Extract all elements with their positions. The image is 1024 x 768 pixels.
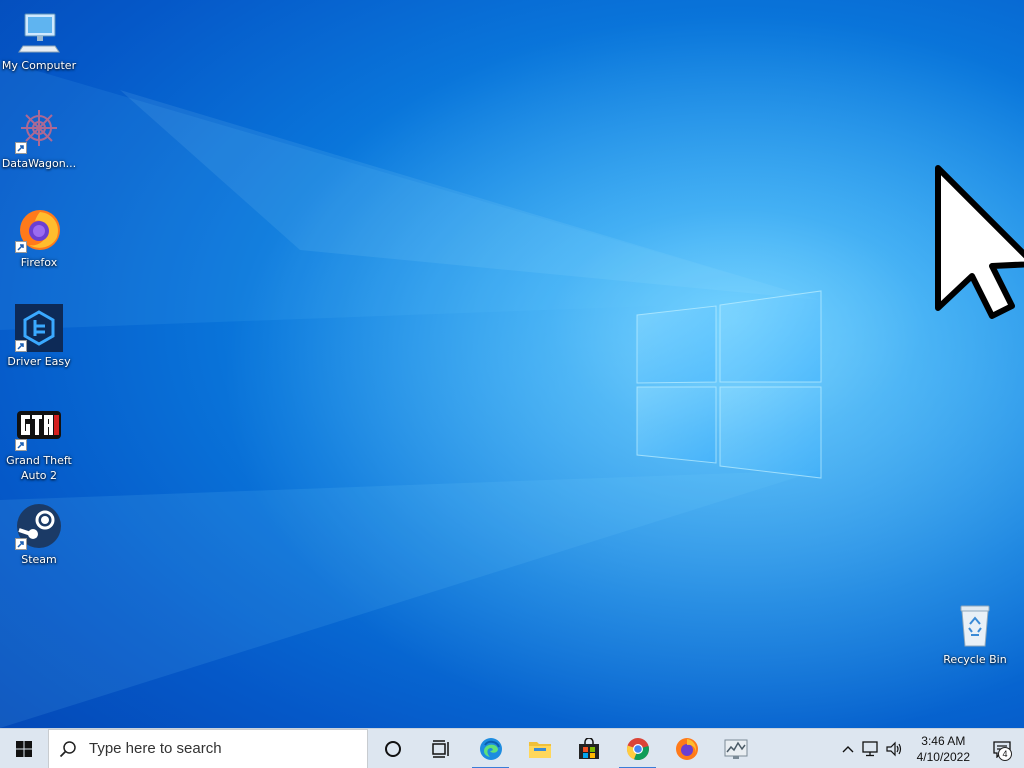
- wallpaper: [0, 0, 1024, 728]
- gta2-logo-icon: [15, 403, 63, 451]
- desktop-icon-gta2[interactable]: Grand Theft Auto 2: [0, 403, 78, 483]
- volume-button[interactable]: [883, 729, 907, 768]
- desktop-icon-firefox[interactable]: Firefox: [0, 205, 78, 270]
- clock[interactable]: 3:46 AM 4/10/2022: [907, 729, 980, 768]
- taskbar-app-system-monitor[interactable]: [711, 729, 760, 768]
- action-center-button[interactable]: 4: [980, 729, 1024, 768]
- taskbar-app-file-explorer[interactable]: [515, 729, 564, 768]
- chevron-up-icon: [842, 745, 854, 752]
- start-button[interactable]: [0, 729, 48, 768]
- recycle-bin-icon: [951, 602, 999, 650]
- desktop-icon-steam[interactable]: Steam: [0, 502, 78, 567]
- taskbar-app-edge[interactable]: [466, 729, 515, 768]
- desktop-icon-recycle-bin[interactable]: Recycle Bin: [936, 602, 1014, 667]
- desktop-icon-driver-easy[interactable]: Driver Easy: [0, 304, 78, 369]
- datawagon-icon: [15, 106, 63, 154]
- cortana-circle-icon: [384, 740, 401, 757]
- shortcut-arrow-icon: [15, 439, 27, 451]
- show-hidden-icons-button[interactable]: [837, 729, 859, 768]
- system-tray: 3:46 AM 4/10/2022 4: [837, 729, 1024, 768]
- network-icon: [861, 740, 878, 756]
- windows-start-icon: [16, 740, 32, 757]
- system-monitor-icon: [724, 739, 747, 759]
- edge-icon: [479, 737, 502, 760]
- file-explorer-icon: [528, 741, 551, 758]
- search-icon: [59, 740, 76, 757]
- computer-icon: [15, 8, 63, 56]
- windows-logo: [636, 290, 822, 479]
- cortana-button[interactable]: [368, 729, 417, 768]
- task-view-icon: [431, 739, 449, 758]
- desktop-icon-label: DataWagon...: [1, 157, 77, 170]
- shortcut-arrow-icon: [15, 340, 27, 352]
- desktop-icon-label: Firefox: [20, 256, 58, 269]
- desktop-icon-label: Driver Easy: [7, 355, 71, 368]
- taskbar-app-firefox[interactable]: [662, 729, 711, 768]
- taskbar-app-microsoft-store[interactable]: [564, 729, 613, 768]
- network-button[interactable]: [859, 729, 883, 768]
- firefox-icon: [15, 205, 63, 253]
- search-box[interactable]: Type here to search: [48, 728, 368, 768]
- clock-date: 4/10/2022: [916, 749, 970, 764]
- clock-time: 3:46 AM: [921, 733, 966, 748]
- notification-count-badge: 4: [998, 746, 1012, 761]
- desktop-icon-my-computer[interactable]: My Computer: [0, 8, 78, 73]
- chrome-icon: [626, 737, 649, 760]
- mouse-pointer-icon: [935, 165, 1024, 319]
- speaker-icon: [886, 741, 901, 756]
- shortcut-arrow-icon: [15, 538, 27, 550]
- task-view-button[interactable]: [417, 729, 466, 768]
- desktop-icon-label: Steam: [21, 553, 57, 566]
- shortcut-arrow-icon: [15, 142, 27, 154]
- microsoft-store-icon: [578, 737, 599, 759]
- taskbar: Type here to search 3:46 AM 4/10/2022 4: [0, 728, 1024, 768]
- desktop-icon-label: My Computer: [1, 59, 77, 72]
- driver-easy-icon: [15, 304, 63, 352]
- desktop-icon-datawagon[interactable]: DataWagon...: [0, 106, 78, 171]
- taskbar-app-chrome[interactable]: [613, 729, 662, 768]
- firefox-icon: [675, 737, 698, 760]
- steam-icon: [15, 502, 63, 550]
- desktop-icon-label: Grand Theft Auto 2: [6, 454, 72, 482]
- desktop-icon-label: Recycle Bin: [943, 653, 1007, 666]
- shortcut-arrow-icon: [15, 241, 27, 253]
- search-placeholder: Type here to search: [89, 740, 222, 757]
